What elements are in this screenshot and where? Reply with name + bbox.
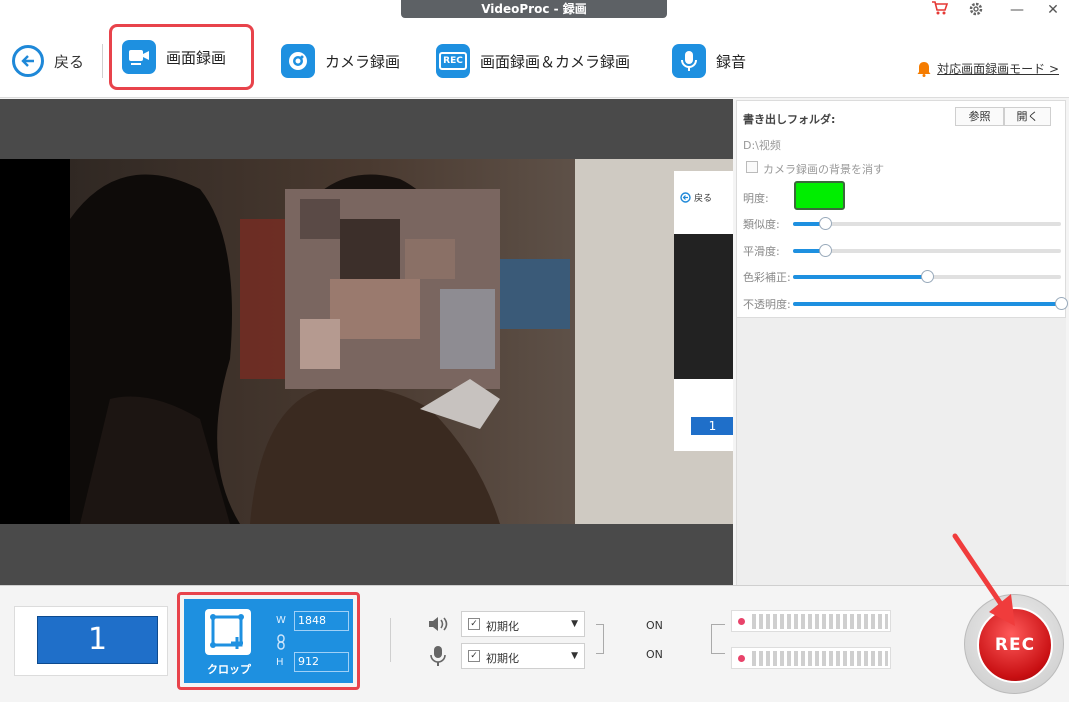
toolbar-divider <box>102 44 103 78</box>
crop-icon <box>210 614 244 649</box>
smoothness-label: 平滑度: <box>743 245 780 258</box>
level-indicator-dot <box>738 618 745 625</box>
mode-audio-recording[interactable]: 録音 <box>672 42 746 80</box>
crop-button[interactable] <box>205 609 251 655</box>
microphone-icon <box>427 645 449 667</box>
similarity-slider[interactable] <box>793 217 1061 230</box>
mode-label: 録音 <box>716 52 747 71</box>
camera-settings-panel: 書き出しフォルダ: 参照 開く D:\视频 カメラ録画の背景を消す 明度: 類似… <box>736 100 1068 318</box>
color-correction-slider[interactable] <box>793 270 1061 283</box>
speaker-level-meter <box>731 610 891 632</box>
speaker-on-label: ON <box>646 619 663 632</box>
cart-icon[interactable] <box>927 0 953 22</box>
remove-bg-label: カメラ録画の背景を消す <box>763 163 884 176</box>
recording-controls: 1 クロップ W 1848 H 912 ✓ 初期化 ▼ ✓ 初期化 ▼ ON O… <box>0 585 1069 702</box>
speaker-device-label: 初期化 <box>486 620 519 633</box>
window-title: VideoProc - 録画 <box>401 0 667 18</box>
mode-label: カメラ録画 <box>325 52 401 71</box>
level-indicator-dot <box>738 655 745 662</box>
key-color-swatch[interactable] <box>794 181 845 210</box>
crop-highlight: クロップ W 1848 H 912 <box>177 592 360 690</box>
inner-screen-number: 1 <box>708 419 717 433</box>
level-bars <box>752 614 888 629</box>
chevron-down-icon: ▼ <box>571 619 578 629</box>
bell-icon <box>917 61 931 77</box>
opacity-slider[interactable] <box>793 297 1068 310</box>
mic-device-select[interactable]: ✓ 初期化 ▼ <box>461 643 585 669</box>
color-correction-label: 色彩補正: <box>743 271 791 284</box>
mode-label: 画面録画 <box>166 48 227 67</box>
height-letter: H <box>276 657 284 668</box>
speaker-icon <box>427 613 449 635</box>
similarity-label: 類似度: <box>743 218 780 231</box>
mode-label: 画面録画＆カメラ録画 <box>480 52 631 71</box>
slider-fill <box>793 302 1061 306</box>
screen-preview: 戻る 1 <box>0 99 733 585</box>
inner-back-label: 戻る <box>694 194 713 204</box>
smoothness-slider[interactable] <box>793 244 1061 257</box>
height-input[interactable]: 912 <box>294 652 349 672</box>
brightness-label: 明度: <box>743 192 769 205</box>
screen-selector[interactable]: 1 <box>14 606 168 676</box>
rec-icon-text: REC <box>439 52 467 70</box>
inner-back-button: 戻る <box>680 191 712 204</box>
controls-divider <box>390 618 391 662</box>
arrow-left-icon <box>12 45 44 77</box>
level-bars <box>752 651 888 666</box>
bracket-line <box>596 624 604 654</box>
screen-number: 1 <box>37 616 158 664</box>
gear-icon[interactable] <box>963 0 989 22</box>
close-button[interactable]: ✕ <box>1040 0 1066 22</box>
mic-on-label: ON <box>646 648 663 661</box>
mic-level-meter <box>731 647 891 669</box>
opacity-label: 不透明度: <box>743 298 791 311</box>
slider-handle[interactable] <box>819 244 833 257</box>
mic-device-label: 初期化 <box>486 652 519 665</box>
link-icon[interactable] <box>276 634 286 654</box>
microphone-icon <box>672 44 706 78</box>
crop-panel: クロップ W 1848 H 912 <box>184 599 353 683</box>
open-folder-button[interactable]: 開く <box>1004 107 1051 126</box>
remove-bg-checkbox[interactable] <box>746 161 758 173</box>
width-input[interactable]: 1848 <box>294 611 349 631</box>
title-bar: VideoProc - 録画 — ✕ <box>0 0 1069 22</box>
supported-modes-label: 対応画面録画モード > <box>937 62 1059 76</box>
slider-handle[interactable] <box>921 270 934 283</box>
app-window: VideoProc - 録画 — ✕ 戻る 画面録画 カメラ録画 REC 画面録… <box>0 0 1069 702</box>
slider-handle[interactable] <box>1055 297 1068 310</box>
mode-screen-and-camera[interactable]: REC 画面録画＆カメラ録画 <box>436 42 630 80</box>
mode-toolbar: 戻る 画面録画 カメラ録画 REC 画面録画＆カメラ録画 録音 対応画面録画モー… <box>0 22 1069 98</box>
speaker-enable-checkbox[interactable]: ✓ <box>468 618 480 630</box>
minimize-button[interactable]: — <box>1004 0 1030 22</box>
screen-record-icon <box>122 40 156 74</box>
webcam-icon <box>281 44 315 78</box>
slider-fill <box>793 275 927 279</box>
bracket-line <box>711 624 725 654</box>
rec-icon: REC <box>436 44 470 78</box>
mode-screen-recording[interactable]: 画面録画 <box>109 24 254 90</box>
supported-modes-link[interactable]: 対応画面録画モード > <box>917 60 1059 77</box>
export-folder-label: 書き出しフォルダ: <box>743 113 836 126</box>
mode-camera-recording[interactable]: カメラ録画 <box>281 42 400 80</box>
pixelated-face <box>285 189 500 389</box>
preview-image <box>0 159 733 524</box>
back-label: 戻る <box>54 52 85 71</box>
preview-video-frame: 戻る 1 <box>0 159 733 524</box>
mic-enable-checkbox[interactable]: ✓ <box>468 650 480 662</box>
chevron-down-icon: ▼ <box>571 651 578 661</box>
annotation-arrow-icon <box>952 533 1015 626</box>
slider-handle[interactable] <box>819 217 833 230</box>
back-button[interactable]: 戻る <box>12 45 84 77</box>
browse-button[interactable]: 参照 <box>955 107 1004 126</box>
width-letter: W <box>276 615 286 626</box>
crop-label: クロップ <box>207 663 251 676</box>
speaker-device-select[interactable]: ✓ 初期化 ▼ <box>461 611 585 637</box>
folder-path: D:\视频 <box>743 139 781 152</box>
